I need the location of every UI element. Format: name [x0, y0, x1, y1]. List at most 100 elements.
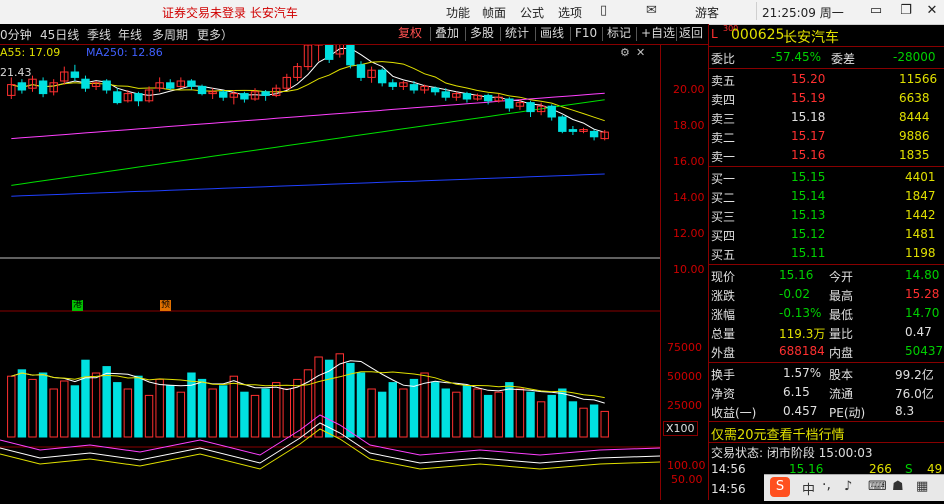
ime-punct-icon[interactable]: ·,	[822, 477, 831, 493]
menu-formula[interactable]: 公式	[520, 4, 544, 21]
candle	[187, 80, 196, 87]
volume-bar	[367, 388, 376, 438]
tab-45day[interactable]: 45日线	[40, 26, 79, 43]
tab-multi-period[interactable]: 多周期	[152, 26, 188, 43]
volume-bar	[558, 388, 567, 438]
overlay-button[interactable]: 叠加	[432, 25, 462, 42]
kline-chart[interactable]	[0, 19, 661, 500]
price-tick: 10.00	[673, 263, 705, 276]
fundamental-row: 净资 6.15 流通 76.0亿	[711, 385, 934, 401]
candle	[377, 69, 387, 84]
mail-icon[interactable]: ✉	[646, 3, 657, 18]
microphone-icon[interactable]: ♪	[844, 479, 852, 494]
volume-ma5	[11, 360, 605, 404]
draw-line-button[interactable]: 画线	[537, 25, 567, 42]
quote-panel: L 300 000625 长安汽车 委比 -57.45% 委差 -28000 卖…	[708, 24, 944, 500]
promo-link[interactable]: 仅需20元查看千档行情	[709, 422, 944, 443]
user-label[interactable]: 游客	[695, 4, 719, 21]
candle	[483, 94, 493, 102]
tab-10min[interactable]: 0分钟	[0, 26, 32, 43]
restore-icon[interactable]: ❐	[896, 2, 916, 20]
volume-bar	[473, 388, 482, 438]
ask-row: 卖四 15.19 6638	[711, 91, 930, 107]
menu-options[interactable]: 选项	[558, 4, 582, 21]
price-axis: 20.00 18.00 16.00 14.00 12.00 10.00 7500…	[660, 45, 709, 500]
mark-button[interactable]: 标记	[604, 25, 634, 42]
menu-layout[interactable]: 帧面	[482, 4, 506, 21]
candle	[526, 102, 535, 113]
tab-season[interactable]: 季线	[87, 26, 111, 43]
phone-icon[interactable]: ▯	[600, 3, 607, 18]
volume-bar	[579, 407, 588, 438]
price-tick: 14.00	[673, 191, 705, 204]
keyboard-icon[interactable]: ⌨	[868, 479, 887, 494]
clock: 21:25:09 周一	[762, 6, 844, 20]
ma10-line	[11, 61, 605, 122]
ask-row: 卖五 15.20 11566	[711, 72, 938, 88]
close-chart-icon[interactable]: ✕	[636, 46, 645, 59]
volume-bar	[7, 375, 16, 438]
candle	[346, 39, 355, 66]
candle	[70, 71, 80, 78]
chart-area[interactable]	[0, 19, 708, 500]
skin-icon[interactable]: ☗	[892, 479, 904, 494]
add-favorite-button[interactable]: +自选	[638, 25, 678, 42]
volume-bar	[483, 394, 493, 438]
price-tick: 12.00	[673, 227, 705, 240]
volume-bar	[261, 388, 270, 438]
stat-row: 现价 15.16 今开 14.80	[711, 268, 940, 284]
tab-year[interactable]: 年线	[118, 26, 142, 43]
volume-bar	[282, 388, 292, 438]
back-button[interactable]: 返回	[676, 25, 706, 42]
volume-bar	[240, 391, 249, 438]
candle	[261, 91, 270, 96]
menu-function[interactable]: 功能	[446, 4, 470, 21]
ma30-line	[11, 92, 605, 140]
candle	[17, 82, 27, 91]
candle	[558, 116, 567, 132]
stock-name: 长安汽车	[783, 30, 839, 46]
candle	[324, 35, 334, 60]
restore-rights-button[interactable]: 复权	[395, 25, 425, 42]
close-icon[interactable]: ✕	[922, 2, 942, 20]
candle	[166, 82, 175, 89]
candle	[240, 93, 249, 100]
f10-button[interactable]: F10	[572, 25, 600, 42]
price-tick: 20.00	[673, 83, 705, 96]
forecast-badge[interactable]: 预	[160, 300, 171, 311]
stat-row: 总量 119.3万 量比 0.47	[711, 325, 932, 341]
trade-status: 交易状态: 闭市阶段 15:00:03	[711, 446, 873, 460]
ime-toolbar[interactable]: S 中 ·, ♪ ⌨ ☗ ▦	[764, 474, 944, 501]
volume-bar	[589, 404, 599, 438]
sogou-icon[interactable]: S	[770, 477, 790, 497]
candle	[388, 82, 397, 87]
volume-bar	[272, 382, 281, 438]
toolbox-icon[interactable]: ▦	[916, 479, 928, 494]
window-title: 证券交易未登录 长安汽车	[162, 6, 298, 20]
tab-more[interactable]: 更多）	[197, 26, 233, 43]
ime-chinese-icon[interactable]: 中	[802, 479, 815, 498]
ask-row: 卖二 15.17 9886	[711, 129, 930, 145]
bid-row: 买二 15.14 1847	[711, 189, 936, 205]
candle	[568, 129, 578, 132]
volume-bar	[91, 372, 101, 438]
volume-bar	[356, 372, 366, 438]
statistics-button[interactable]: 统计	[502, 25, 532, 42]
candle	[81, 78, 90, 89]
candle	[356, 64, 366, 78]
volume-bar	[176, 391, 186, 438]
fundamental-row: 换手 1.57% 股本 99.2亿	[711, 366, 934, 382]
volume-bar	[113, 382, 122, 438]
minimize-icon[interactable]: ▭	[866, 2, 886, 20]
hk-badge[interactable]: 港	[72, 300, 83, 311]
multi-stock-button[interactable]: 多股	[467, 25, 497, 42]
stat-row: 外盘688184内盘504370	[711, 344, 944, 360]
stock-code: 000625	[731, 27, 785, 43]
volume-bar	[219, 385, 228, 438]
volume-tick: 50000	[667, 370, 702, 383]
volume-bar	[388, 382, 397, 438]
candle	[113, 91, 122, 104]
bid-row: 买四 15.12 1481	[711, 227, 936, 243]
volume-bar	[49, 388, 58, 438]
settings-gear-icon[interactable]: ⚙	[620, 46, 630, 59]
